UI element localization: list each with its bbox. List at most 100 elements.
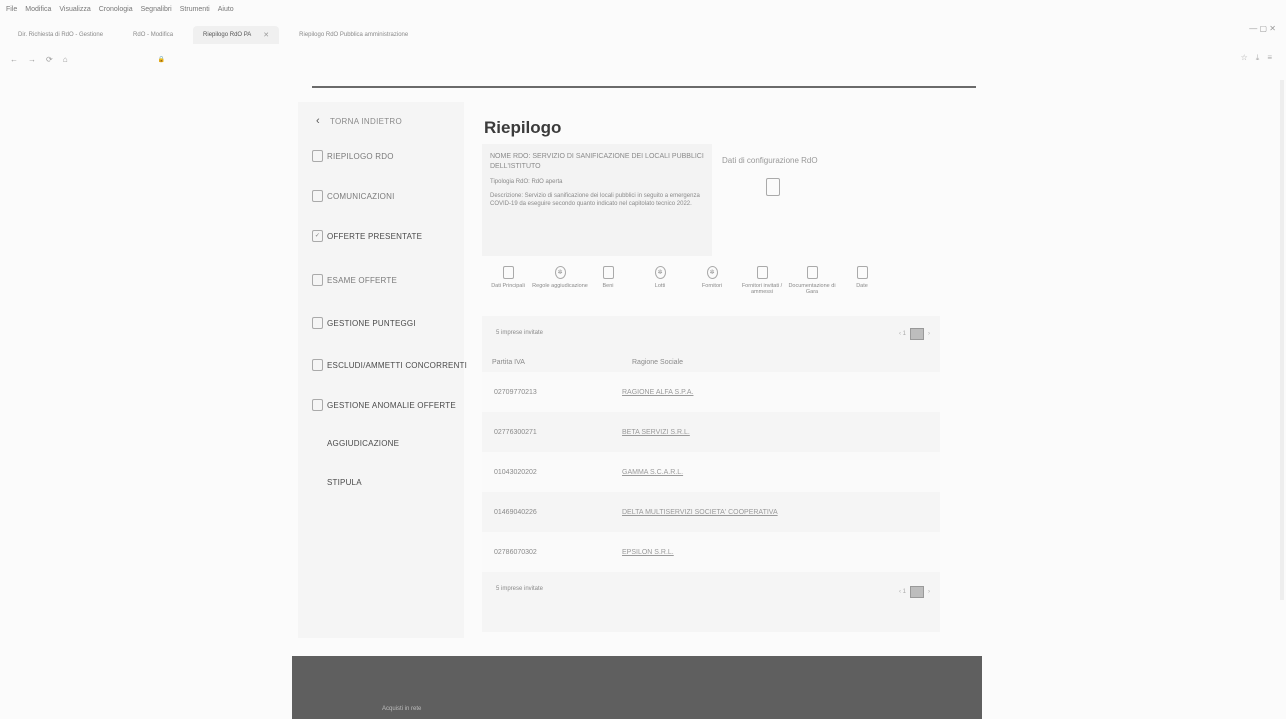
cell-piva: 02709770213 xyxy=(494,388,537,396)
pager-prev[interactable]: ‹ 1 xyxy=(899,589,906,595)
page-footer: Acquisti in rete xyxy=(292,656,982,719)
menu-strumenti[interactable]: Strumenti xyxy=(180,6,210,20)
back-arrow-icon[interactable]: ← xyxy=(10,55,18,64)
forward-arrow-icon[interactable]: → xyxy=(28,55,36,64)
sidebar-item-label: GESTIONE ANOMALIE OFFERTE xyxy=(327,400,456,410)
reload-icon[interactable]: ⟳ xyxy=(46,55,53,64)
tab-label: Riepilogo RdO Pubblica amministrazione xyxy=(299,32,409,38)
table-row: 02776300271 BETA SERVIZI S.R.L. xyxy=(482,412,940,452)
browser-tab-strip: Dir. Richiesta di RdO - Gestione RdO - M… xyxy=(0,24,1286,46)
menu-icon[interactable]: ≡ xyxy=(1267,53,1272,63)
menu-visualizza[interactable]: Visualizza xyxy=(59,6,90,20)
address-bar[interactable]: 🔒 xyxy=(158,56,165,63)
config-label: Dati di configurazione RdO xyxy=(722,156,818,165)
table-body: 02709770213 RAGIONE ALFA S.P.A. 02776300… xyxy=(482,372,940,572)
home-icon[interactable]: ⌂ xyxy=(63,55,68,64)
action-dati-principali[interactable]: Dati Principali xyxy=(480,266,536,289)
pager-prev[interactable]: ‹ 1 xyxy=(899,331,906,337)
action-lotti[interactable]: ✲ Lotti xyxy=(632,266,688,289)
invited-count-bottom: 5 imprese invitate xyxy=(496,586,544,592)
menu-aiuto[interactable]: Aiuto xyxy=(218,6,234,20)
gear-icon: ✲ xyxy=(654,266,666,279)
browser-menubar: File Modifica Visualizza Cronologia Segn… xyxy=(0,0,1286,20)
tab-label: RdO - Modifica xyxy=(133,32,174,38)
pagination-top: ‹ 1 › xyxy=(899,328,930,340)
action-label: Dati Principali xyxy=(491,283,525,289)
document-icon xyxy=(312,274,323,286)
chevron-left-icon: ‹ xyxy=(316,115,320,127)
pager-next[interactable]: › xyxy=(928,589,930,595)
list-icon xyxy=(756,266,768,279)
sidebar: ‹ TORNA INDIETRO RIEPILOGO RDO COMUNICAZ… xyxy=(298,102,467,638)
tab-label: Riepilogo RdO PA xyxy=(203,32,252,38)
column-header-piva: Partita IVA xyxy=(492,358,525,366)
sidebar-item-escludi-ammetti[interactable]: ESCLUDI/AMMETTI CONCORRENTI xyxy=(312,359,467,371)
download-icon[interactable]: ⤓ xyxy=(1256,53,1260,63)
action-date[interactable]: Date xyxy=(834,266,890,289)
sidebar-item-gestione-punteggi[interactable]: GESTIONE PUNTEGGI xyxy=(312,317,416,329)
pagination-bottom: ‹ 1 › xyxy=(899,586,930,598)
cell-ragione-link[interactable]: GAMMA S.C.A.R.L. xyxy=(622,469,683,476)
tab-label: Dir. Richiesta di RdO - Gestione xyxy=(18,32,104,38)
window-controls[interactable]: — ▢ ✕ xyxy=(1249,24,1276,33)
sidebar-item-esame-offerte[interactable]: ESAME OFFERTE xyxy=(312,274,397,286)
lock-icon: 🔒 xyxy=(157,56,166,63)
sidebar-item-stipula[interactable]: STIPULA xyxy=(312,476,362,488)
action-label: Date xyxy=(856,283,868,289)
action-label: Lotti xyxy=(654,283,666,289)
warning-icon xyxy=(312,399,323,411)
document-icon xyxy=(806,266,818,279)
score-icon xyxy=(312,317,323,329)
pager-next[interactable]: › xyxy=(928,331,930,337)
offer-icon: ✓ xyxy=(312,230,323,242)
column-header-ragione: Ragione Sociale xyxy=(632,358,683,366)
action-label: Beni xyxy=(602,283,614,289)
browser-toolbar-right: ☆ ⤓ ≡ xyxy=(1241,53,1272,63)
page-title: Riepilogo xyxy=(484,118,562,137)
table-row: 02786070302 EPSILON S.R.L. xyxy=(482,532,940,572)
browser-tab-active[interactable]: Riepilogo RdO PA ✕ xyxy=(193,26,280,44)
menu-modifica[interactable]: Modifica xyxy=(25,6,51,20)
document-icon[interactable] xyxy=(766,178,780,196)
cell-ragione-link[interactable]: EPSILON S.R.L. xyxy=(622,549,674,556)
sidebar-item-comunicazioni[interactable]: COMUNICAZIONI xyxy=(312,190,395,202)
cell-ragione-link[interactable]: BETA SERVIZI S.R.L. xyxy=(622,429,690,436)
suppliers-table-card: 5 imprese invitate ‹ 1 › Partita IVA Rag… xyxy=(482,316,940,632)
browser-tab[interactable]: RdO - Modifica xyxy=(123,26,183,44)
sign-icon xyxy=(312,476,323,488)
cell-ragione-link[interactable]: DELTA MULTISERVIZI SOCIETA' COOPERATIVA xyxy=(622,509,778,516)
action-documentazione-gara[interactable]: Documentazione di Gara xyxy=(784,266,840,295)
back-link[interactable]: ‹ TORNA INDIETRO xyxy=(316,115,402,127)
menu-segnalibri[interactable]: Segnalibri xyxy=(141,6,172,20)
footer-text: Acquisti in rete xyxy=(382,706,422,712)
browser-tab[interactable]: Riepilogo RdO Pubblica amministrazione xyxy=(289,26,418,44)
cell-ragione-link[interactable]: RAGIONE ALFA S.P.A. xyxy=(622,389,693,396)
page-button-current[interactable] xyxy=(910,328,924,340)
action-toolbar: Dati Principali ✲ Regole aggiudicazione … xyxy=(484,266,874,306)
menu-file[interactable]: File xyxy=(6,6,17,20)
page-button-current[interactable] xyxy=(910,586,924,598)
action-label: Documentazione di Gara xyxy=(788,283,836,295)
menu-cronologia[interactable]: Cronologia xyxy=(99,6,133,20)
action-fornitori-invitati[interactable]: Fornitori invitati / ammessi xyxy=(734,266,790,295)
star-icon[interactable]: ☆ xyxy=(1241,53,1248,63)
sidebar-item-label: ESCLUDI/AMMETTI CONCORRENTI xyxy=(327,360,468,370)
sidebar-item-aggiudicazione[interactable]: AGGIUDICAZIONE xyxy=(312,437,399,449)
table-header: Partita IVA Ragione Sociale xyxy=(492,352,940,372)
sidebar-item-riepilogo[interactable]: RIEPILOGO RDO xyxy=(312,150,394,162)
table-row: 01469040226 DELTA MULTISERVIZI SOCIETA' … xyxy=(482,492,940,532)
close-tab-icon[interactable]: ✕ xyxy=(263,31,269,39)
action-beni[interactable]: Beni xyxy=(580,266,636,289)
sidebar-item-label: COMUNICAZIONI xyxy=(327,191,395,201)
user-icon xyxy=(312,359,323,371)
scrollbar[interactable] xyxy=(1280,80,1284,600)
document-icon xyxy=(502,266,514,279)
users-icon: ✲ xyxy=(706,266,718,279)
sidebar-item-label: ESAME OFFERTE xyxy=(327,275,398,285)
sidebar-item-label: AGGIUDICAZIONE xyxy=(327,438,400,448)
sidebar-item-offerte-presentate[interactable]: ✓ OFFERTE PRESENTATE xyxy=(312,230,422,242)
browser-tab[interactable]: Dir. Richiesta di RdO - Gestione xyxy=(8,26,113,44)
award-icon xyxy=(312,437,323,449)
sidebar-item-gestione-anomalie[interactable]: GESTIONE ANOMALIE OFFERTE xyxy=(312,399,456,411)
action-fornitori[interactable]: ✲ Fornitori xyxy=(684,266,740,289)
